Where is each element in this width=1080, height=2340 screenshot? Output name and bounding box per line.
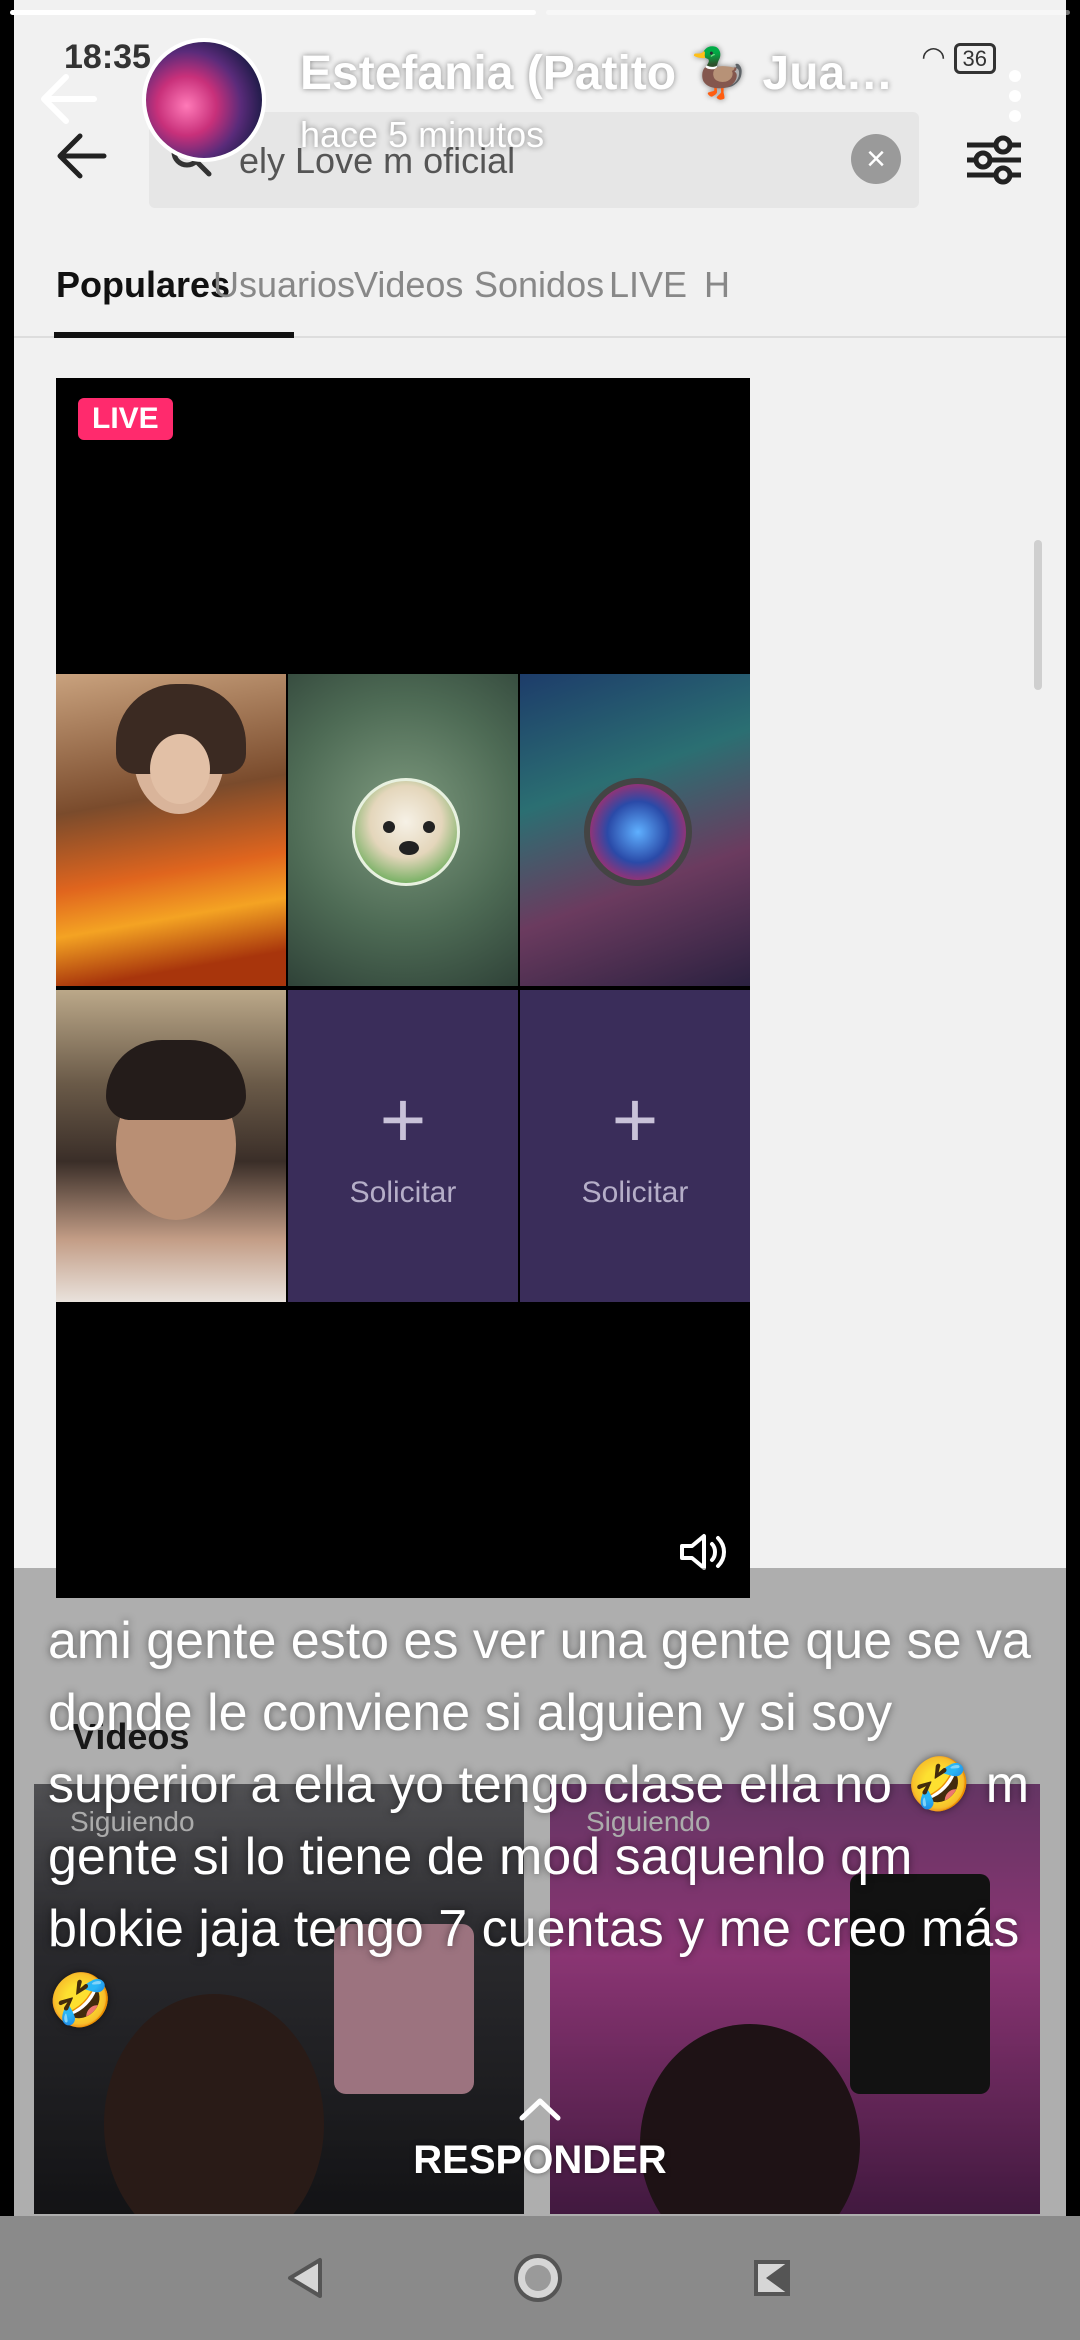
system-navigation-bar — [0, 2216, 1080, 2340]
screenshot-tab-videos: Videos — [354, 264, 464, 305]
story-timestamp: hace 5 minutos — [300, 114, 545, 155]
request-label: Solicitar — [581, 1176, 689, 1209]
guest-avatar — [584, 778, 692, 886]
screenshot-scrollbar — [1034, 540, 1042, 690]
plus-icon: + — [379, 1075, 427, 1164]
story-progress-segment-1 — [10, 10, 536, 15]
guest-tile-2 — [288, 674, 518, 986]
home-circle-icon[interactable] — [508, 2248, 568, 2308]
story-progress-segment-2 — [546, 10, 1070, 15]
request-slot-2: + Solicitar — [520, 990, 750, 1302]
story-username[interactable]: Estefania (Patito 🦆 Jua… — [300, 44, 893, 101]
screenshot-tab-more: H — [704, 264, 730, 305]
live-guest-grid: + Solicitar + Solicitar — [56, 674, 750, 1302]
filter-icon — [967, 135, 1021, 185]
screenshot-tab-live: LIVE — [609, 264, 688, 305]
screenshot-tab-bar: Populares Usuarios Videos Sonidos LIVE H — [14, 258, 1066, 338]
screenshot-tab-usuarios: Usuarios — [213, 264, 356, 305]
wifi-icon: ◠ — [921, 41, 946, 72]
guest-face-inner — [150, 734, 210, 804]
guest-tile-3 — [520, 674, 750, 986]
screenshot-tab-sonidos: Sonidos — [474, 264, 605, 305]
screenshot-tab-populares: Populares — [56, 264, 231, 305]
request-slot-1: + Solicitar — [288, 990, 518, 1302]
screenshot-tab-underline — [54, 332, 294, 338]
more-vertical-icon[interactable] — [1000, 70, 1030, 130]
request-label: Solicitar — [349, 1176, 457, 1209]
battery-icon: 36 — [953, 43, 996, 74]
recents-square-icon[interactable] — [742, 2248, 802, 2308]
guest-tile-4 — [56, 990, 286, 1302]
back-triangle-icon[interactable] — [276, 2248, 336, 2308]
screenshot-back-icon — [54, 128, 110, 194]
back-arrow-icon[interactable] — [34, 64, 104, 134]
screenshot-status-icons: ◠ 36 — [921, 40, 996, 74]
live-stream-card: LIVE + Solicitar + Solicitar — [56, 378, 750, 1598]
plus-icon: + — [611, 1075, 659, 1164]
reply-button[interactable]: RESPONDER — [0, 2138, 1080, 2183]
puppy-avatar — [352, 778, 460, 886]
story-caption: ami gente esto es ver una gente que se v… — [48, 1612, 1031, 2030]
live-badge: LIVE — [78, 398, 173, 440]
clear-icon: × — [851, 134, 901, 184]
avatar[interactable] — [142, 38, 266, 162]
guest-tile-1 — [56, 674, 286, 986]
guest-hair — [106, 1040, 246, 1120]
chevron-up-icon[interactable] — [518, 2096, 562, 2122]
